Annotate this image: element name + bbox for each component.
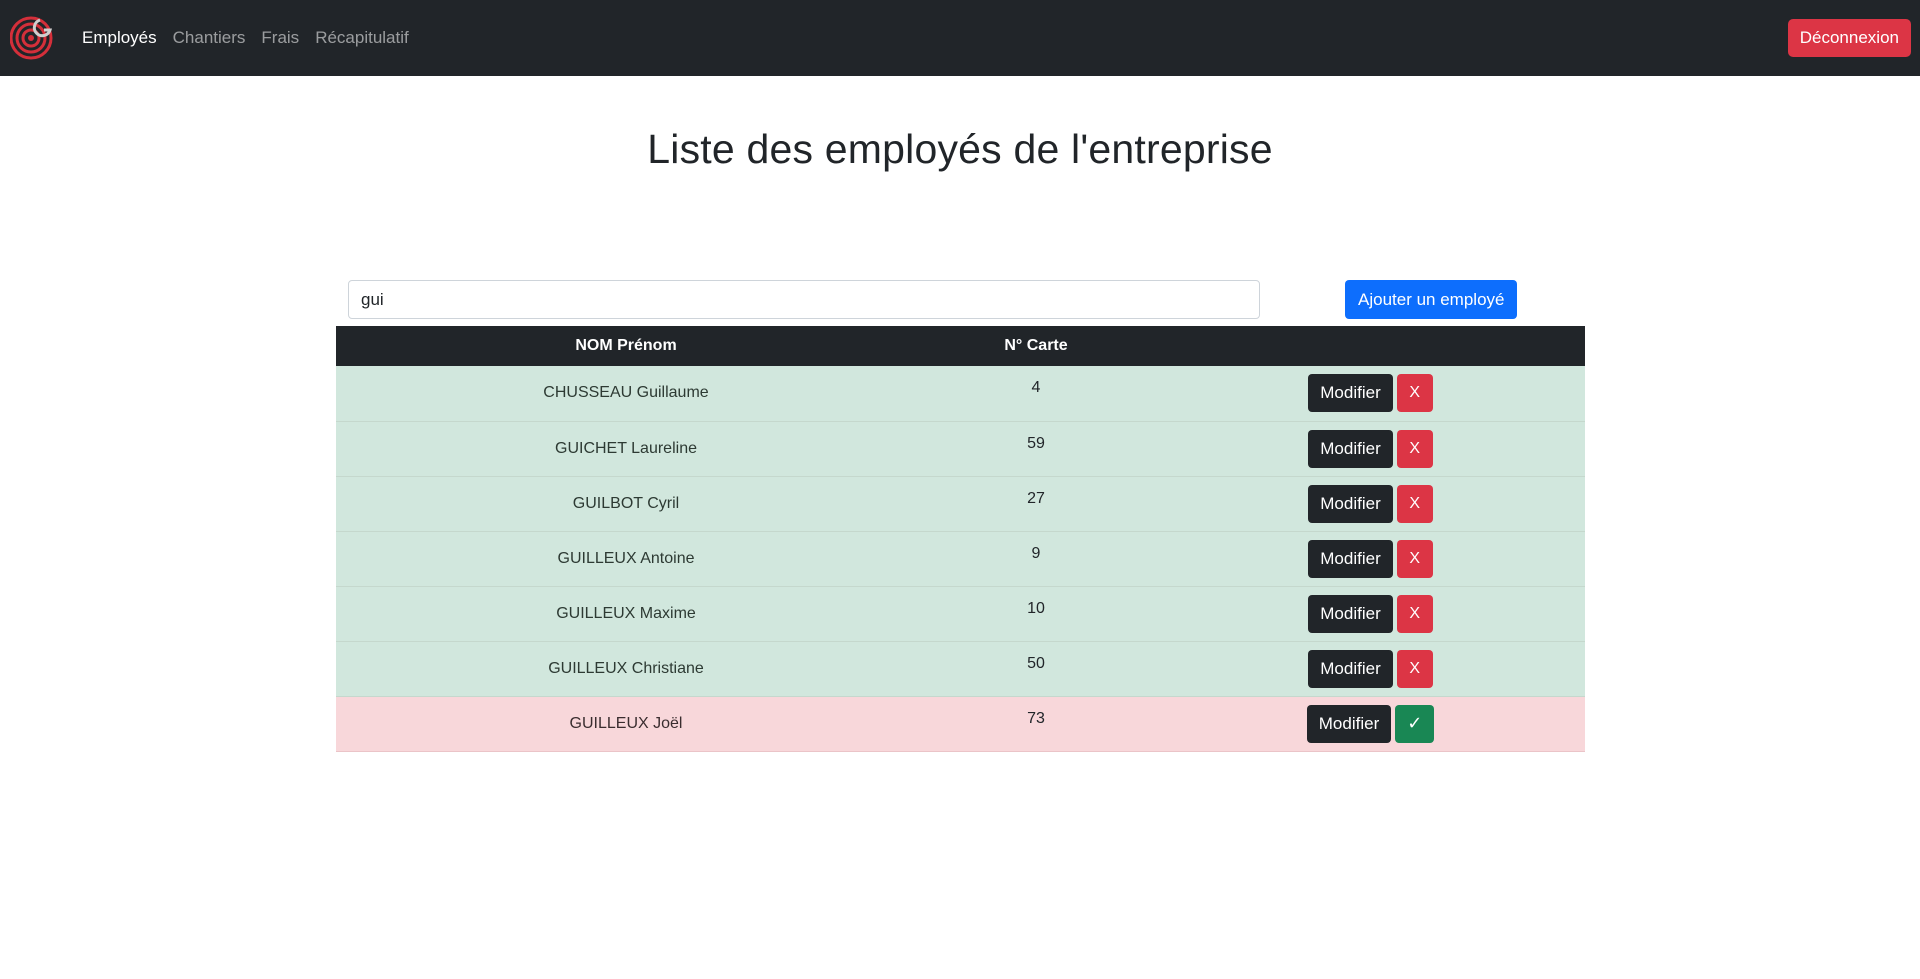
- table-row: GUILBOT Cyril 27 Modifier X: [336, 476, 1585, 531]
- employee-name: GUILLEUX Antoine: [557, 549, 695, 567]
- row-actions: Modifier X: [1156, 531, 1585, 586]
- table-body: CHUSSEAU Guillaume 4 Modifier X GUICHET Laur…: [336, 366, 1585, 751]
- employee-name: CHUSSEAU Guillaume: [543, 384, 709, 402]
- employee-name: GUILLEUX Joël: [569, 714, 683, 732]
- employee-card-number: 73: [1027, 709, 1045, 727]
- table-row: CHUSSEAU Guillaume 4 Modifier X: [336, 366, 1585, 421]
- header-name: NOM Prénom: [575, 337, 677, 354]
- nav-link-1[interactable]: Chantiers: [173, 28, 246, 48]
- navbar: Employés Chantiers Frais Récapitulatif Déco…: [0, 0, 1920, 76]
- table-row: GUILLEUX Maxime 10 Modifier X: [336, 586, 1585, 641]
- row-actions: Modifier ✓: [1156, 696, 1585, 751]
- employee-name: GUILBOT Cyril: [572, 494, 680, 512]
- table-row: GUILLEUX Christiane 50 Modifier X: [336, 641, 1585, 696]
- employee-card-number: 4: [1031, 379, 1041, 396]
- modify-button[interactable]: Modifier: [1308, 374, 1393, 413]
- employee-name: GUICHET Laureline: [555, 439, 697, 457]
- row-actions: Modifier X: [1156, 641, 1585, 696]
- page-title: Liste des employés de l'entreprise: [647, 126, 1273, 172]
- modify-button[interactable]: Modifier: [1306, 704, 1392, 743]
- table-header-row: NOM Prénom N° Carte: [336, 326, 1585, 366]
- employee-card-number: 9: [1031, 544, 1041, 562]
- deactivate-button[interactable]: X: [1396, 539, 1433, 578]
- activate-button[interactable]: ✓: [1395, 704, 1435, 743]
- nav-link-0[interactable]: Employés: [82, 28, 157, 48]
- modify-button[interactable]: Modifier: [1308, 429, 1393, 468]
- table-row: GUICHET Laureline 59 Modifier X: [336, 421, 1585, 476]
- row-actions: Modifier X: [1156, 586, 1585, 641]
- row-actions-group: Modifier ✓: [1306, 704, 1435, 743]
- row-actions: Modifier X: [1156, 421, 1585, 476]
- employee-card-number: 27: [1027, 489, 1045, 507]
- row-actions-group: Modifier X: [1308, 539, 1433, 578]
- employee-card-number: 10: [1027, 599, 1045, 617]
- row-actions-group: Modifier X: [1308, 649, 1433, 688]
- logout-button[interactable]: Déconnexion: [1787, 19, 1911, 57]
- row-actions-group: Modifier X: [1308, 429, 1433, 468]
- add-employee-button[interactable]: Ajouter un employé: [1345, 280, 1518, 319]
- nav-link-3[interactable]: Récapitulatif: [315, 28, 409, 48]
- row-actions: Modifier X: [1156, 476, 1585, 531]
- nav-links: Employés Chantiers Frais Récapitulatif: [82, 0, 409, 76]
- row-actions: Modifier X: [1156, 366, 1585, 421]
- modify-button[interactable]: Modifier: [1308, 484, 1393, 523]
- employee-card-number: 59: [1027, 434, 1045, 452]
- deactivate-button[interactable]: X: [1396, 594, 1433, 633]
- employee-name: GUILLEUX Christiane: [548, 659, 704, 677]
- modify-button[interactable]: Modifier: [1308, 539, 1393, 578]
- employee-name: GUILLEUX Maxime: [556, 604, 696, 622]
- deactivate-button[interactable]: X: [1396, 429, 1433, 468]
- employees-table: NOM Prénom N° Carte CHUSSEAU Guillaume 4 M…: [336, 326, 1585, 752]
- modify-button[interactable]: Modifier: [1308, 594, 1393, 633]
- row-actions-group: Modifier X: [1308, 374, 1433, 413]
- employee-card-number: 50: [1027, 654, 1045, 672]
- modify-button[interactable]: Modifier: [1308, 649, 1393, 688]
- header-card-number: N° Carte: [1004, 337, 1068, 354]
- deactivate-button[interactable]: X: [1396, 374, 1433, 413]
- company-logo-icon[interactable]: [10, 14, 56, 60]
- table-row: GUILLEUX Antoine 9 Modifier X: [336, 531, 1585, 586]
- nav-link-2[interactable]: Frais: [261, 28, 299, 48]
- deactivate-button[interactable]: X: [1396, 484, 1433, 523]
- search-input[interactable]: [348, 280, 1260, 319]
- row-actions-group: Modifier X: [1308, 484, 1433, 523]
- deactivate-button[interactable]: X: [1396, 649, 1433, 688]
- header-actions: [1156, 326, 1585, 366]
- table-row: GUILLEUX Joël 73 Modifier ✓: [336, 696, 1585, 751]
- row-actions-group: Modifier X: [1308, 594, 1433, 633]
